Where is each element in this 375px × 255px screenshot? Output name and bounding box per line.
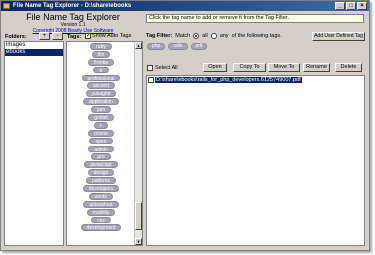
file-name[interactable]: D:\share\ebooks\rails_for_php_developers… xyxy=(155,77,302,83)
tag-item[interactable]: second xyxy=(86,82,116,89)
app-header: File Name Tag Explorer Version 1.1 Copyr… xyxy=(3,12,143,34)
rename-button[interactable]: Rename xyxy=(303,63,330,72)
file-checkbox[interactable] xyxy=(148,77,154,83)
tag-item[interactable]: phone xyxy=(88,129,114,137)
tag-item[interactable]: open xyxy=(89,137,113,145)
remove-folder-button[interactable]: - xyxy=(52,32,63,40)
tag-item[interactable]: developers xyxy=(82,185,120,192)
folders-label: Folders: xyxy=(5,34,27,40)
file-row[interactable]: D:\share\ebooks\rails_for_php_developers… xyxy=(148,77,302,83)
tag-item[interactable]: development xyxy=(80,224,122,231)
tag-filter-suffix: of the following tags. xyxy=(231,33,282,39)
tag-item[interactable]: patterns xyxy=(85,177,117,184)
tag-item[interactable]: javascript xyxy=(84,161,118,168)
copy-to-button[interactable]: Copy To xyxy=(233,63,266,72)
tag-filter-label: Tag Filter: xyxy=(146,33,173,39)
filter-tag[interactable]: pdf xyxy=(190,43,208,50)
show-auto-tags-label: Show Auto Tags xyxy=(92,33,132,39)
show-auto-tags[interactable]: ✓ Show Auto Tags xyxy=(85,33,131,39)
tag-item[interactable]: 8th xyxy=(91,50,111,58)
match-any-label: any xyxy=(219,33,229,39)
tags-scrollbar[interactable]: ▲ ▼ xyxy=(134,42,142,245)
select-all-label: Select All xyxy=(155,65,178,71)
match-label: Match xyxy=(175,33,191,39)
files-list[interactable]: D:\share\ebooks\rails_for_php_developers… xyxy=(146,75,365,246)
folder-item[interactable]: ebooks xyxy=(5,49,63,56)
tag-item[interactable]: professional xyxy=(81,74,121,81)
tag-item[interactable]: design xyxy=(87,169,115,176)
active-filter-tags: php rails pdf xyxy=(147,43,208,50)
tag-item[interactable]: wrote xyxy=(88,192,114,200)
tag-item[interactable]: css xyxy=(91,216,111,224)
tag-item[interactable]: r xyxy=(94,121,108,129)
scroll-up-button[interactable]: ▲ xyxy=(135,42,142,49)
tag-item[interactable]: frontia xyxy=(88,58,114,66)
folder-item[interactable]: images xyxy=(5,42,63,49)
match-all-radio[interactable] xyxy=(193,33,200,39)
app-name: File Name Tag Explorer xyxy=(26,12,120,22)
tag-item[interactable]: ruby xyxy=(90,43,112,50)
filter-tag[interactable]: php xyxy=(147,43,166,50)
tag-item[interactable]: pro xyxy=(91,153,111,160)
scroll-thumb[interactable] xyxy=(135,202,142,230)
show-auto-tags-checkbox[interactable]: ✓ xyxy=(85,33,91,39)
app-icon xyxy=(3,3,10,9)
window-title: File Name Tag Explorer - D:\share\ebooks xyxy=(13,3,132,9)
title-bar[interactable]: File Name Tag Explorer - D:\share\ebooks… xyxy=(1,1,369,11)
select-all[interactable]: Select All xyxy=(147,65,178,71)
folders-list[interactable]: images ebooks xyxy=(4,41,64,246)
minimize-button[interactable]: _ xyxy=(335,2,345,10)
tag-item[interactable]: admin xyxy=(88,145,114,152)
match-any-radio[interactable] xyxy=(210,33,217,39)
add-folder-button[interactable]: + xyxy=(39,32,50,40)
select-all-checkbox[interactable] xyxy=(147,65,153,71)
tag-item[interactable]: goblet xyxy=(88,114,114,121)
tag-item[interactable]: application xyxy=(83,98,119,105)
window-controls: _ □ × xyxy=(335,2,367,10)
scroll-down-button[interactable]: ▼ xyxy=(135,238,142,245)
open-button[interactable]: Open xyxy=(203,63,227,72)
tags-panel: ruby 8th frontia tr professional second yukagh… xyxy=(66,41,143,246)
move-to-button[interactable]: Move To xyxy=(268,63,300,72)
tag-filter-bar: Tag Filter: Match all any of the followi… xyxy=(146,33,282,39)
tag-item[interactable]: tr xyxy=(93,66,109,74)
tag-item[interactable]: mobility xyxy=(86,208,116,216)
add-user-tag-button[interactable]: Add User Defined Tag xyxy=(312,32,365,41)
hint-text: Click the tag name to add or remove it f… xyxy=(146,14,364,23)
filter-tag[interactable]: rails xyxy=(168,43,188,50)
tag-item[interactable]: unleashed xyxy=(83,200,119,208)
close-button[interactable]: × xyxy=(357,2,367,10)
tags-label: Tags: xyxy=(67,34,82,40)
delete-button[interactable]: Delete xyxy=(335,63,362,72)
tag-item[interactable]: jam xyxy=(90,106,112,113)
match-all-label: all xyxy=(202,33,208,39)
tags-list: ruby 8th frontia tr professional second yukagh… xyxy=(67,43,135,232)
maximize-button[interactable]: □ xyxy=(346,2,356,10)
app-window: File Name Tag Explorer - D:\share\ebooks… xyxy=(0,0,370,251)
tag-item[interactable]: yukaghir xyxy=(85,90,117,97)
